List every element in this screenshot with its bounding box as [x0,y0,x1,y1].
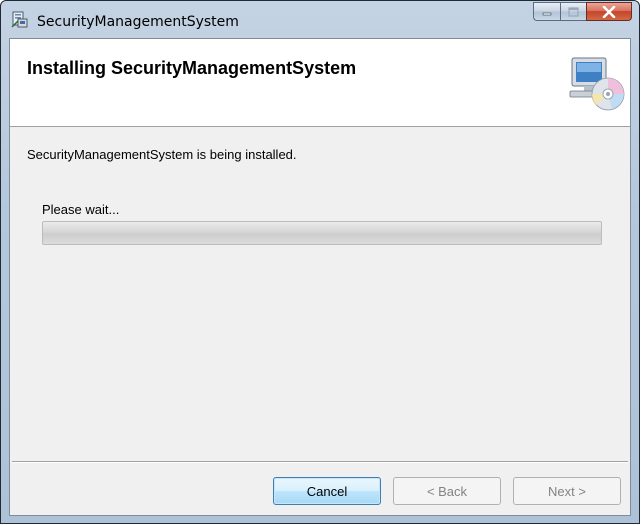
minimize-icon [542,12,552,15]
close-icon [602,5,616,18]
installer-app-icon [11,11,28,28]
please-wait-label: Please wait... [42,202,120,217]
install-status-text: SecurityManagementSystem is being instal… [27,147,297,162]
title-bar[interactable]: SecurityManagementSystem [1,1,639,37]
installer-window: SecurityManagementSystem Installing Secu… [0,0,640,524]
computer-cd-icon [569,57,625,111]
back-button[interactable]: < Back [393,477,501,505]
cancel-button[interactable]: Cancel [273,477,381,505]
install-progress-bar [42,221,602,245]
maximize-icon [568,6,579,17]
page-title: Installing SecurityManagementSystem [27,58,357,78]
header-banner: Installing SecurityManagementSystem [10,39,630,127]
footer-separator [12,461,628,463]
maximize-button[interactable] [560,2,586,21]
window-title: SecurityManagementSystem [37,14,239,30]
caption-buttons [533,2,632,26]
minimize-button[interactable] [533,2,560,21]
installer-client-area: Installing SecurityManagementSystem Secu… [9,38,631,516]
close-button[interactable] [586,2,632,21]
next-button[interactable]: Next > [513,477,621,505]
